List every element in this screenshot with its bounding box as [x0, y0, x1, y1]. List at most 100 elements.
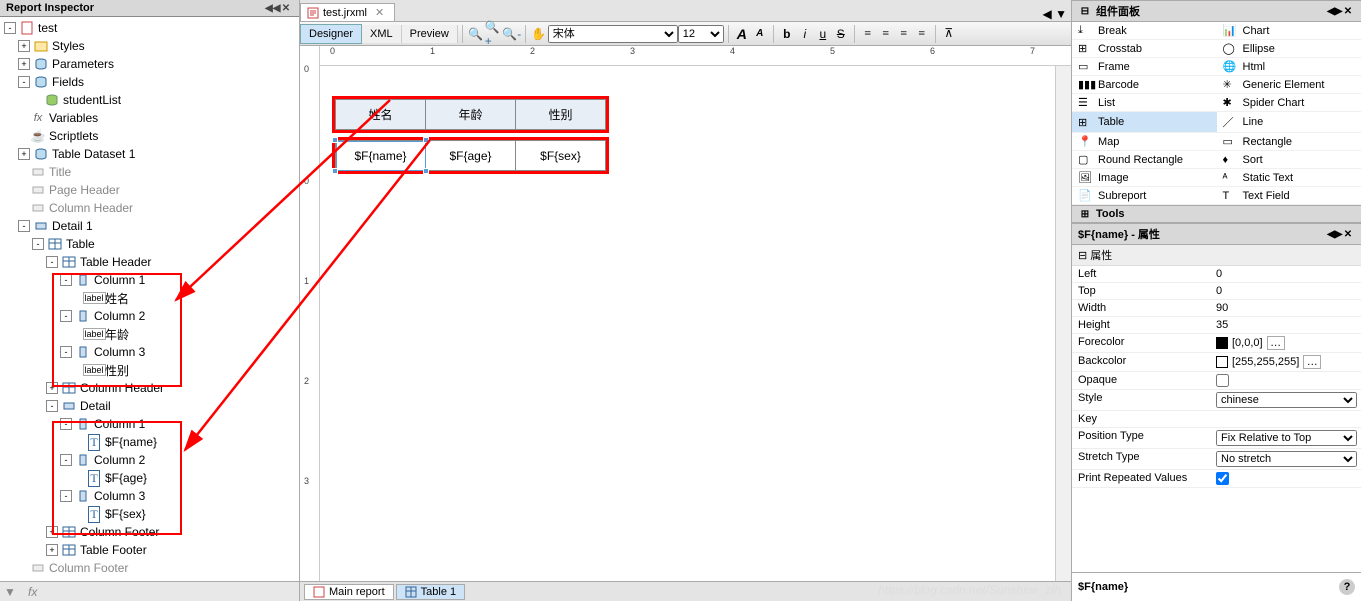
- view-designer[interactable]: Designer: [300, 24, 362, 44]
- filter-icon[interactable]: ▼: [4, 585, 20, 599]
- zoom-out-icon[interactable]: 🔍-: [503, 25, 521, 43]
- palette-item-text-field[interactable]: TText Field: [1217, 187, 1361, 205]
- tab-table1[interactable]: Table 1: [396, 584, 465, 600]
- underline-icon[interactable]: u: [814, 25, 832, 43]
- file-tab[interactable]: test.jrxml ✕: [300, 3, 395, 21]
- tree-item[interactable]: label年龄: [0, 325, 299, 343]
- tree-item[interactable]: -Fields: [0, 73, 299, 91]
- position-type-select[interactable]: Fix Relative to Top: [1216, 430, 1357, 446]
- tree-item[interactable]: -Table Header: [0, 253, 299, 271]
- align-center-icon[interactable]: ≡: [877, 25, 895, 43]
- table-detail-cell[interactable]: $F{name}: [336, 141, 426, 171]
- tree-item[interactable]: -Column 2: [0, 451, 299, 469]
- palette-item-barcode[interactable]: ▮▮▮Barcode: [1072, 76, 1217, 94]
- expander-icon[interactable]: -: [60, 274, 72, 286]
- expander-icon[interactable]: -: [46, 256, 58, 268]
- palette-item-html[interactable]: 🌐Html: [1217, 58, 1361, 76]
- tree-item[interactable]: -Table: [0, 235, 299, 253]
- expander-icon[interactable]: -: [60, 346, 72, 358]
- picker-button[interactable]: …: [1303, 355, 1321, 369]
- property-category[interactable]: ⊟ 属性: [1072, 245, 1361, 266]
- expander-icon[interactable]: +: [18, 58, 30, 70]
- tools-header[interactable]: ⊞Tools: [1072, 205, 1361, 223]
- tree-item[interactable]: -Detail: [0, 397, 299, 415]
- top-input[interactable]: [1216, 285, 1357, 297]
- tree-item[interactable]: Page Header: [0, 181, 299, 199]
- close-icon[interactable]: ✕: [279, 3, 293, 14]
- key-input[interactable]: [1216, 413, 1357, 425]
- expander-icon[interactable]: -: [60, 310, 72, 322]
- tree-item[interactable]: ☕Scriptlets: [0, 127, 299, 145]
- tabs-menu-icon[interactable]: ◀ ▼: [1039, 7, 1071, 21]
- tree-item[interactable]: -Column 2: [0, 307, 299, 325]
- palette-item-rectangle[interactable]: ▭Rectangle: [1217, 133, 1361, 151]
- tree-item[interactable]: Title: [0, 163, 299, 181]
- expand-icon[interactable]: ⊟: [1078, 6, 1092, 17]
- hand-icon[interactable]: ✋: [530, 25, 548, 43]
- tree-item[interactable]: -Detail 1: [0, 217, 299, 235]
- palette-item-map[interactable]: 📍Map: [1072, 133, 1217, 151]
- vertical-scrollbar[interactable]: [1055, 66, 1071, 581]
- valign-top-icon[interactable]: ⊼: [940, 25, 958, 43]
- minimize-icon[interactable]: ◀▶: [1327, 6, 1341, 17]
- palette-item-frame[interactable]: ▭Frame: [1072, 58, 1217, 76]
- tree-item[interactable]: T$F{sex}: [0, 505, 299, 523]
- tree-item[interactable]: +Column Header: [0, 379, 299, 397]
- palette-item-line[interactable]: ／Line: [1217, 112, 1361, 133]
- tree-item[interactable]: -Column 1: [0, 271, 299, 289]
- expander-icon[interactable]: +: [46, 526, 58, 538]
- expander-icon[interactable]: -: [60, 418, 72, 430]
- width-input[interactable]: [1216, 302, 1357, 314]
- expander-icon[interactable]: -: [18, 220, 30, 232]
- tree-item[interactable]: +Table Footer: [0, 541, 299, 559]
- expander-icon[interactable]: -: [32, 238, 44, 250]
- table-component[interactable]: 姓名 年龄 性别 $F{name} $F{age}: [332, 96, 609, 174]
- canvas[interactable]: 0 0 1 2 3 0 1 2 3 4 5 6 7: [300, 46, 1071, 581]
- close-icon[interactable]: ✕: [1341, 6, 1355, 17]
- style-select[interactable]: chinese: [1216, 392, 1357, 408]
- tree-item[interactable]: -test: [0, 19, 299, 37]
- tree-item[interactable]: studentList: [0, 91, 299, 109]
- tree-item[interactable]: fxVariables: [0, 109, 299, 127]
- tree-item[interactable]: +Styles: [0, 37, 299, 55]
- help-icon[interactable]: ?: [1339, 579, 1355, 595]
- tree-item[interactable]: -Column 3: [0, 487, 299, 505]
- tree-item[interactable]: +Table Dataset 1: [0, 145, 299, 163]
- tree-item[interactable]: -Column 1: [0, 415, 299, 433]
- bold-icon[interactable]: b: [778, 25, 796, 43]
- tab-main-report[interactable]: Main report: [304, 584, 394, 600]
- align-left-icon[interactable]: ≡: [859, 25, 877, 43]
- palette-item-chart[interactable]: 📊Chart: [1217, 22, 1361, 40]
- tree-item[interactable]: -Column 3: [0, 343, 299, 361]
- palette-item-static-text[interactable]: ᴬStatic Text: [1217, 169, 1361, 187]
- zoom-fit-icon[interactable]: 🔍: [467, 25, 485, 43]
- italic-icon[interactable]: i: [796, 25, 814, 43]
- tree-item[interactable]: +Parameters: [0, 55, 299, 73]
- tree-item[interactable]: label姓名: [0, 289, 299, 307]
- align-right-icon[interactable]: ≡: [895, 25, 913, 43]
- expander-icon[interactable]: -: [46, 400, 58, 412]
- report-tree[interactable]: -test+Styles+Parameters-FieldsstudentLis…: [0, 17, 299, 581]
- palette-item-image[interactable]: 🖼Image: [1072, 169, 1217, 187]
- close-icon[interactable]: ✕: [1341, 229, 1355, 240]
- expander-icon[interactable]: -: [18, 76, 30, 88]
- palette-item-sort[interactable]: ♦Sort: [1217, 151, 1361, 169]
- palette-item-round-rectangle[interactable]: ▢Round Rectangle: [1072, 151, 1217, 169]
- opaque-checkbox[interactable]: [1216, 374, 1229, 387]
- palette-item-list[interactable]: ☰List: [1072, 94, 1217, 112]
- tree-item[interactable]: +Column Footer: [0, 523, 299, 541]
- view-xml[interactable]: XML: [362, 25, 402, 43]
- table-detail-cell[interactable]: $F{age}: [426, 141, 516, 171]
- table-header-cell[interactable]: 姓名: [336, 100, 426, 130]
- palette-item-table[interactable]: ⊞Table: [1072, 112, 1217, 133]
- view-preview[interactable]: Preview: [402, 25, 458, 43]
- font-larger-icon[interactable]: A: [733, 25, 751, 43]
- expander-icon[interactable]: +: [18, 148, 30, 160]
- expander-icon[interactable]: +: [46, 544, 58, 556]
- palette-item-spider-chart[interactable]: ✱Spider Chart: [1217, 94, 1361, 112]
- tree-item[interactable]: Column Footer: [0, 559, 299, 577]
- tree-item[interactable]: label性别: [0, 361, 299, 379]
- picker-button[interactable]: …: [1267, 336, 1285, 350]
- table-header-cell[interactable]: 性别: [516, 100, 606, 130]
- expander-icon[interactable]: +: [18, 40, 30, 52]
